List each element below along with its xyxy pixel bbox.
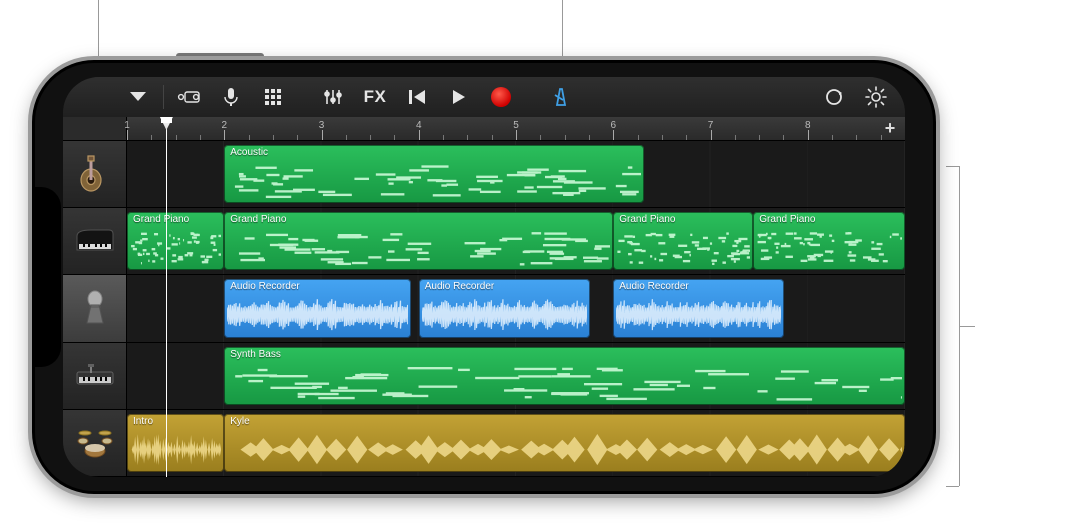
region-acoustic-0[interactable]: Acoustic xyxy=(224,145,644,203)
callout-line-3h-mid xyxy=(959,326,975,327)
timeline[interactable]: + 12345678 AcousticGrand PianoGrand Pian… xyxy=(127,117,905,477)
record-button[interactable] xyxy=(482,82,520,112)
region-label: Audio Recorder xyxy=(425,281,494,292)
callout-line-3h-bot xyxy=(946,486,959,487)
region-label: Grand Piano xyxy=(759,214,815,225)
rewind-button[interactable] xyxy=(398,82,436,112)
track-header-drums[interactable] xyxy=(63,410,126,477)
track-lane-synth-bass[interactable]: Synth Bass xyxy=(127,343,905,410)
region-audio-recorder-2[interactable]: Audio Recorder xyxy=(613,279,784,337)
region-label: Kyle xyxy=(230,416,249,427)
track-header-grand-piano[interactable] xyxy=(63,208,126,275)
keyboard-icon xyxy=(75,362,115,390)
region-label: Acoustic xyxy=(230,147,268,158)
region-synth-bass-0[interactable]: Synth Bass xyxy=(224,347,905,405)
ruler[interactable]: + 12345678 xyxy=(127,117,905,141)
metronome-button[interactable] xyxy=(542,82,580,112)
callout-line-3h-top xyxy=(946,166,959,167)
region-grand-piano-0[interactable]: Grand Piano xyxy=(127,212,224,270)
region-label: Grand Piano xyxy=(133,214,189,225)
view-menu-button[interactable] xyxy=(119,82,157,112)
tracks-area: + 12345678 AcousticGrand PianoGrand Pian… xyxy=(63,117,905,477)
track-header-column xyxy=(63,117,127,477)
region-drums-0[interactable]: Intro xyxy=(127,414,224,472)
guitar-icon xyxy=(77,154,113,194)
grid-button[interactable] xyxy=(254,82,292,112)
region-grand-piano-3[interactable]: Grand Piano xyxy=(753,212,905,270)
track-lane-grand-piano[interactable]: Grand Piano Grand Piano Grand Piano Grand P… xyxy=(127,208,905,275)
ruler-corner xyxy=(63,117,126,141)
microphone-button[interactable] xyxy=(212,82,250,112)
region-label: Grand Piano xyxy=(230,214,286,225)
region-label: Intro xyxy=(133,416,153,427)
region-label: Synth Bass xyxy=(230,349,281,360)
track-lanes: AcousticGrand PianoGrand PianoGrand Pian… xyxy=(127,141,905,477)
settings-button[interactable] xyxy=(857,82,895,112)
track-header-audio-recorder[interactable] xyxy=(63,275,126,342)
play-button[interactable] xyxy=(440,82,478,112)
region-label: Audio Recorder xyxy=(619,281,688,292)
fx-button[interactable]: FX xyxy=(356,82,394,112)
mic-icon xyxy=(81,289,109,329)
region-label: Audio Recorder xyxy=(230,281,299,292)
mixer-button[interactable] xyxy=(314,82,352,112)
region-label: Grand Piano xyxy=(619,214,675,225)
add-section-button[interactable]: + xyxy=(881,119,899,137)
browser-button[interactable] xyxy=(170,82,208,112)
drums-icon xyxy=(75,427,115,459)
phone-notch xyxy=(35,187,61,367)
region-grand-piano-1[interactable]: Grand Piano xyxy=(224,212,613,270)
track-header-synth-bass[interactable] xyxy=(63,343,126,410)
region-drums-1[interactable]: Kyle xyxy=(224,414,905,472)
region-audio-recorder-1[interactable]: Audio Recorder xyxy=(419,279,590,337)
phone-frame: FX xyxy=(32,60,936,494)
region-grand-piano-2[interactable]: Grand Piano xyxy=(613,212,753,270)
piano-icon xyxy=(75,226,115,256)
region-audio-recorder-0[interactable]: Audio Recorder xyxy=(224,279,411,337)
app-screen: FX xyxy=(63,77,905,477)
record-icon xyxy=(491,87,511,107)
track-header-acoustic[interactable] xyxy=(63,141,126,208)
loop-button[interactable] xyxy=(815,82,853,112)
phone-side-button xyxy=(176,53,264,59)
track-lane-acoustic[interactable]: Acoustic xyxy=(127,141,905,208)
toolbar-divider xyxy=(163,85,164,109)
track-lane-audio-recorder[interactable]: Audio Recorder Audio Recorder Audio Record… xyxy=(127,275,905,342)
track-lane-drums[interactable]: Intro Kyle xyxy=(127,410,905,477)
control-bar: FX xyxy=(63,77,905,117)
